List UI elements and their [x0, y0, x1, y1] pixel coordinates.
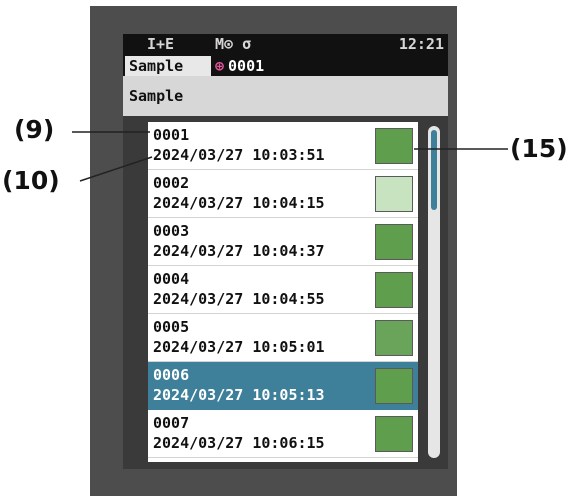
callout-9: (9) — [14, 115, 55, 144]
callout-leaders — [72, 131, 508, 182]
callout-10: (10) — [2, 166, 60, 195]
leader-line-10 — [79, 156, 153, 182]
callout-15: (15) — [510, 134, 568, 163]
